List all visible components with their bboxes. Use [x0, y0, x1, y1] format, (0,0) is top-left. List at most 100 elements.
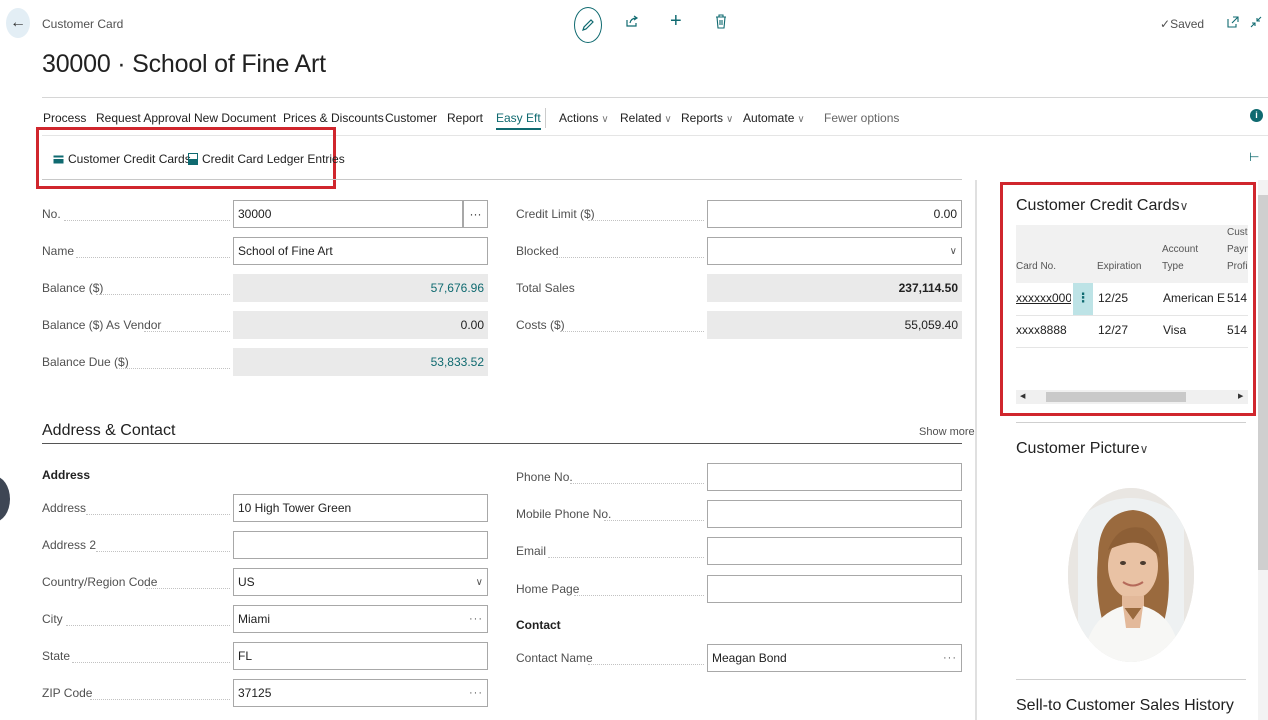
customer-picture[interactable]: [1068, 488, 1194, 662]
edit-button[interactable]: [574, 7, 602, 43]
leader-dots: [574, 595, 704, 596]
credit-limit-field[interactable]: 0.00: [707, 200, 962, 228]
leader-dots: [76, 257, 230, 258]
email-label: Email: [516, 544, 547, 558]
chevron-down-icon: ∨: [664, 114, 672, 125]
col-card-no[interactable]: Card No.: [1016, 258, 1056, 275]
share-button[interactable]: [625, 14, 639, 33]
mobile-field[interactable]: [707, 500, 962, 528]
menu-customer[interactable]: Customer: [385, 111, 437, 125]
floating-handle[interactable]: [0, 476, 10, 522]
balance-due-value[interactable]: 53,833.52: [233, 348, 488, 376]
menu-process[interactable]: Process: [43, 111, 86, 125]
contact-name-label: Contact Name: [516, 651, 593, 665]
show-more-link[interactable]: Show more: [919, 426, 975, 438]
account-type-cell: Visa: [1163, 323, 1187, 337]
costs-label: Costs ($): [516, 318, 565, 332]
menu-fewer-options[interactable]: Fewer options: [824, 111, 899, 125]
leader-dots: [86, 514, 230, 515]
scroll-left-icon[interactable]: ◀: [1020, 392, 1025, 400]
credit-card-ledger-entries-action[interactable]: Credit Card Ledger Entries: [188, 152, 345, 166]
zip-field[interactable]: 37125 ···: [233, 679, 488, 707]
col-account-type-1[interactable]: Account: [1162, 241, 1198, 258]
ellipsis-icon[interactable]: ···: [469, 687, 483, 699]
pane-splitter[interactable]: [975, 180, 977, 720]
homepage-field[interactable]: [707, 575, 962, 603]
phone-field[interactable]: [707, 463, 962, 491]
address-label: Address: [42, 501, 87, 515]
share-icon: [626, 15, 639, 27]
menu-prices-discounts[interactable]: Prices & Discounts: [283, 111, 384, 125]
chevron-down-icon: ∨: [949, 245, 957, 257]
check-icon: ✓: [1160, 17, 1171, 31]
ellipsis-icon: ···: [469, 207, 482, 221]
col-profile-3: Profil: [1227, 261, 1248, 272]
balance-value[interactable]: 57,676.96: [233, 274, 488, 302]
card-icon: [53, 155, 64, 163]
country-select[interactable]: US ∨: [233, 568, 488, 596]
address-heading: Address: [42, 468, 91, 482]
menu-request-approval[interactable]: Request Approval: [96, 111, 191, 125]
ellipsis-icon[interactable]: ···: [469, 613, 483, 625]
menu-easy-eft[interactable]: Easy Eft: [496, 111, 541, 130]
open-new-window-button[interactable]: [1227, 16, 1239, 31]
balance-vendor-value: 0.00: [233, 311, 488, 339]
costs-value: 55,059.40: [707, 311, 962, 339]
name-field[interactable]: School of Fine Art: [233, 237, 488, 265]
zip-label: ZIP Code: [42, 686, 93, 700]
menu-automate[interactable]: Automate ∨: [743, 111, 805, 125]
contact-name-field[interactable]: Meagan Bond ···: [707, 644, 962, 672]
blocked-select[interactable]: ∨: [707, 237, 962, 265]
delete-button[interactable]: [715, 14, 727, 34]
city-field[interactable]: Miami ···: [233, 605, 488, 633]
address-contact-title[interactable]: Address & Contact: [42, 422, 175, 440]
credit-cards-factbox-title[interactable]: Customer Credit Cards∨: [1016, 197, 1188, 215]
customer-credit-cards-action[interactable]: Customer Credit Cards: [53, 152, 191, 166]
ellipsis-icon[interactable]: ···: [943, 652, 957, 664]
pin-icon[interactable]: ⊢: [1249, 150, 1259, 164]
page-title: 30000 · School of Fine Art: [42, 50, 326, 78]
card-no-cell[interactable]: xxxx8888: [1016, 323, 1071, 337]
menu-related[interactable]: Related ∨: [620, 111, 672, 125]
customer-picture-title[interactable]: Customer Picture∨: [1016, 440, 1148, 458]
factbox-divider: [1016, 679, 1246, 680]
person-photo-icon: [1068, 488, 1194, 662]
address-field[interactable]: 10 High Tower Green: [233, 494, 488, 522]
card-no-cell[interactable]: xxxxxx0002: [1016, 291, 1071, 305]
new-button[interactable]: +: [670, 10, 682, 33]
no-field[interactable]: 30000: [233, 200, 463, 228]
menu-report[interactable]: Report: [447, 111, 483, 125]
back-button[interactable]: ←: [6, 8, 30, 38]
account-type-cell: American E...: [1163, 291, 1225, 305]
leader-dots: [604, 520, 704, 521]
leader-dots: [570, 483, 704, 484]
no-assist-button[interactable]: ···: [463, 200, 488, 228]
name-label: Name: [42, 244, 75, 258]
balance-vendor-label: Balance ($) As Vendor: [42, 318, 162, 332]
leader-dots: [90, 699, 230, 700]
phone-label: Phone No.: [516, 470, 573, 484]
leader-dots: [556, 257, 704, 258]
section-divider: [42, 443, 962, 444]
scroll-right-icon[interactable]: ▶: [1238, 392, 1243, 400]
menu-reports[interactable]: Reports ∨: [681, 111, 733, 125]
horizontal-scroll-thumb[interactable]: [1046, 392, 1186, 402]
collapse-button[interactable]: [1250, 16, 1262, 31]
info-icon[interactable]: i: [1250, 109, 1263, 122]
email-field[interactable]: [707, 537, 962, 565]
col-profile-1[interactable]: Cust.: [1227, 224, 1248, 241]
row-action-menu[interactable]: ⋮: [1073, 283, 1093, 315]
factbox-scroll-thumb[interactable]: [1258, 195, 1268, 570]
ledger-icon: [188, 153, 198, 165]
col-expiration[interactable]: Expiration: [1097, 258, 1141, 275]
collapse-icon: [1250, 16, 1262, 28]
state-label: State: [42, 649, 71, 663]
address2-field[interactable]: [233, 531, 488, 559]
chevron-down-icon: ∨: [475, 576, 483, 588]
menu-new-document[interactable]: New Document: [194, 111, 276, 125]
leader-dots: [588, 664, 704, 665]
sales-history-title[interactable]: Sell-to Customer Sales History: [1016, 697, 1234, 715]
menu-actions[interactable]: Actions ∨: [559, 111, 609, 125]
chevron-down-icon: ∨: [797, 114, 805, 125]
state-field[interactable]: FL: [233, 642, 488, 670]
